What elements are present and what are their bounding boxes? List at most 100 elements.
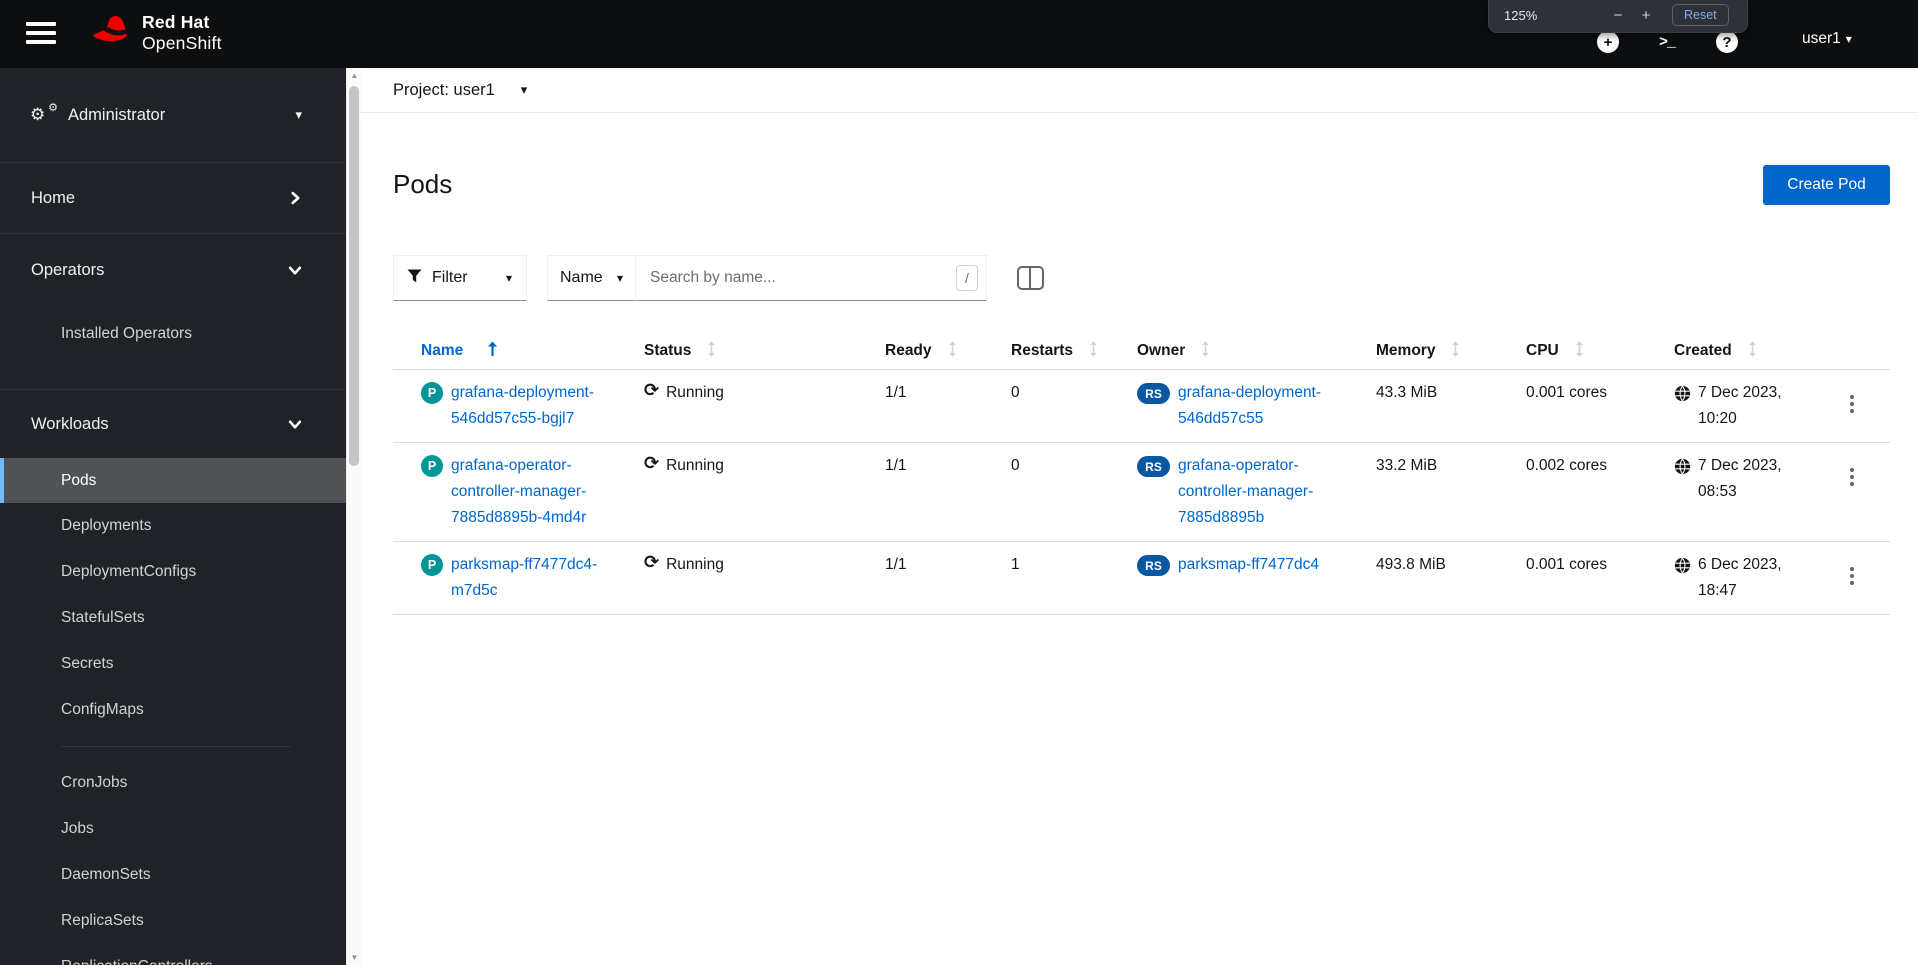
nav-label: Secrets [61,655,114,672]
perspective-switcher[interactable]: ⚙ ⚙ Administrator ▾ [0,68,346,162]
sidebar-item-cronjobs[interactable]: CronJobs [0,760,346,806]
globe-icon [1674,458,1691,475]
filter-label: Filter [432,269,468,286]
terminal-icon[interactable]: >_ [1652,31,1682,53]
nav-label: DeploymentConfigs [61,563,197,580]
restarts-value: 0 [1011,457,1020,474]
column-header-owner[interactable]: Owner [1125,340,1364,362]
sort-icon [1748,340,1757,362]
sidebar-item-replicasets[interactable]: ReplicaSets [0,898,346,944]
created-time: 08:53 [1698,483,1737,500]
sidebar-scrollbar[interactable]: ▲ ▼ [346,68,361,965]
pod-link[interactable]: grafana-deployment- [451,380,594,406]
row-kebab-menu[interactable] [1832,552,1882,585]
nav-label: DaemonSets [61,866,151,883]
replicaset-badge: RS [1137,555,1170,576]
nav-label: Workloads [31,414,109,433]
pod-link[interactable]: parksmap-ff7477dc4- [451,552,597,578]
pod-badge: P [421,382,443,404]
project-selector[interactable]: Project: user1 ▾ [393,81,527,100]
chevron-down-icon [288,264,302,277]
memory-value: 33.2 MiB [1376,457,1438,474]
sidebar-item-deployments[interactable]: Deployments [0,503,346,549]
column-header-cpu[interactable]: CPU [1514,340,1662,362]
column-header-status[interactable]: Status [632,340,873,362]
sidebar-item-operators[interactable]: Operators [0,234,346,306]
owner-link[interactable]: controller-manager- [1178,479,1313,505]
pod-link[interactable]: 546dd57c55-bgjl7 [451,406,594,432]
column-label: Name [421,342,464,359]
owner-link[interactable]: parksmap-ff7477dc4 [1178,552,1319,578]
replicaset-badge: RS [1137,383,1170,404]
owner-link[interactable]: grafana-operator- [1178,453,1313,479]
sidebar-item-secrets[interactable]: Secrets [0,641,346,687]
help-icon[interactable]: ? [1716,31,1738,53]
nav-label: Deployments [61,517,152,534]
column-header-ready[interactable]: Ready [873,340,999,362]
search-input[interactable] [636,255,987,301]
zoom-in-button[interactable]: + [1632,7,1660,24]
sidebar-item-configmaps[interactable]: ConfigMaps [0,687,346,733]
scrollbar-thumb[interactable] [349,86,359,466]
sort-icon [707,340,716,362]
sidebar-item-deploymentconfigs[interactable]: DeploymentConfigs [0,549,346,595]
created-time: 10:20 [1698,410,1737,427]
caret-down-icon: ▾ [520,82,528,97]
status-text: Running [666,556,724,573]
scrollbar-down-arrow-icon[interactable]: ▼ [347,950,362,965]
zoom-out-button[interactable]: − [1604,7,1632,24]
created-time: 18:47 [1698,582,1737,599]
created-date: 7 Dec 2023, [1698,384,1782,401]
perspective-label: Administrator [68,105,166,124]
user-menu[interactable]: user1 ▾ [1802,30,1852,48]
created-date: 6 Dec 2023, [1698,556,1782,573]
globe-icon [1674,385,1691,402]
manage-columns-button[interactable] [1013,261,1047,295]
pod-badge: P [421,554,443,576]
search-type-dropdown[interactable]: Name ▾ [547,255,636,301]
sidebar-item-workloads[interactable]: Workloads [0,390,346,458]
zoom-reset-button[interactable]: Reset [1672,4,1729,26]
column-label: Restarts [1011,342,1074,359]
owner-link[interactable]: 546dd57c55 [1178,406,1321,432]
sidebar-item-home[interactable]: Home [0,163,346,233]
sidebar-item-pods[interactable]: Pods [0,458,346,503]
nav-label: Operators [31,260,105,279]
cpu-value: 0.002 cores [1526,457,1607,474]
status-text: Running [666,384,724,401]
caret-down-icon: ▾ [295,107,302,122]
column-header-created[interactable]: Created [1662,340,1820,362]
filter-dropdown[interactable]: Filter ▾ [393,255,527,301]
pod-link[interactable]: controller-manager- [451,479,586,505]
column-header-restarts[interactable]: Restarts [999,340,1125,362]
create-pod-button[interactable]: Create Pod [1763,165,1890,205]
toolbar: Filter ▾ Name ▾ / [393,255,1047,301]
nav-label: Jobs [61,820,94,837]
scrollbar-up-arrow-icon[interactable]: ▲ [347,68,362,83]
quick-create-plus-icon[interactable]: + [1597,31,1619,53]
nav-label: Installed Operators [61,325,192,342]
sidebar-item-jobs[interactable]: Jobs [0,806,346,852]
sidebar-item-replicationcontrollers[interactable]: ReplicationControllers [0,944,346,965]
row-kebab-menu[interactable] [1832,453,1882,486]
nav-label: CronJobs [61,774,128,791]
column-header-name[interactable]: Name [393,341,632,362]
column-header-memory[interactable]: Memory [1364,340,1514,362]
pods-table: Name Status Ready Restarts Owner Memory … [393,333,1890,615]
ready-value: 1/1 [885,457,907,474]
chevron-right-icon [289,191,302,205]
pod-link[interactable]: m7d5c [451,578,597,604]
sort-icon [1201,340,1210,362]
pod-link[interactable]: grafana-operator- [451,453,586,479]
sidebar-item-installed-operators[interactable]: Installed Operators [0,306,346,362]
nav-label: Home [31,188,76,207]
sync-running-icon: ⟳ [644,552,660,572]
main-content: Project: user1 ▾ Pods Create Pod Filter … [361,68,1918,965]
sidebar-item-statefulsets[interactable]: StatefulSets [0,595,346,641]
row-kebab-menu[interactable] [1832,380,1882,413]
owner-link[interactable]: 7885d8895b [1178,505,1313,531]
columns-icon [1016,266,1044,290]
pod-link[interactable]: 7885d8895b-4md4r [451,505,586,531]
owner-link[interactable]: grafana-deployment- [1178,380,1321,406]
sidebar-item-daemonsets[interactable]: DaemonSets [0,852,346,898]
